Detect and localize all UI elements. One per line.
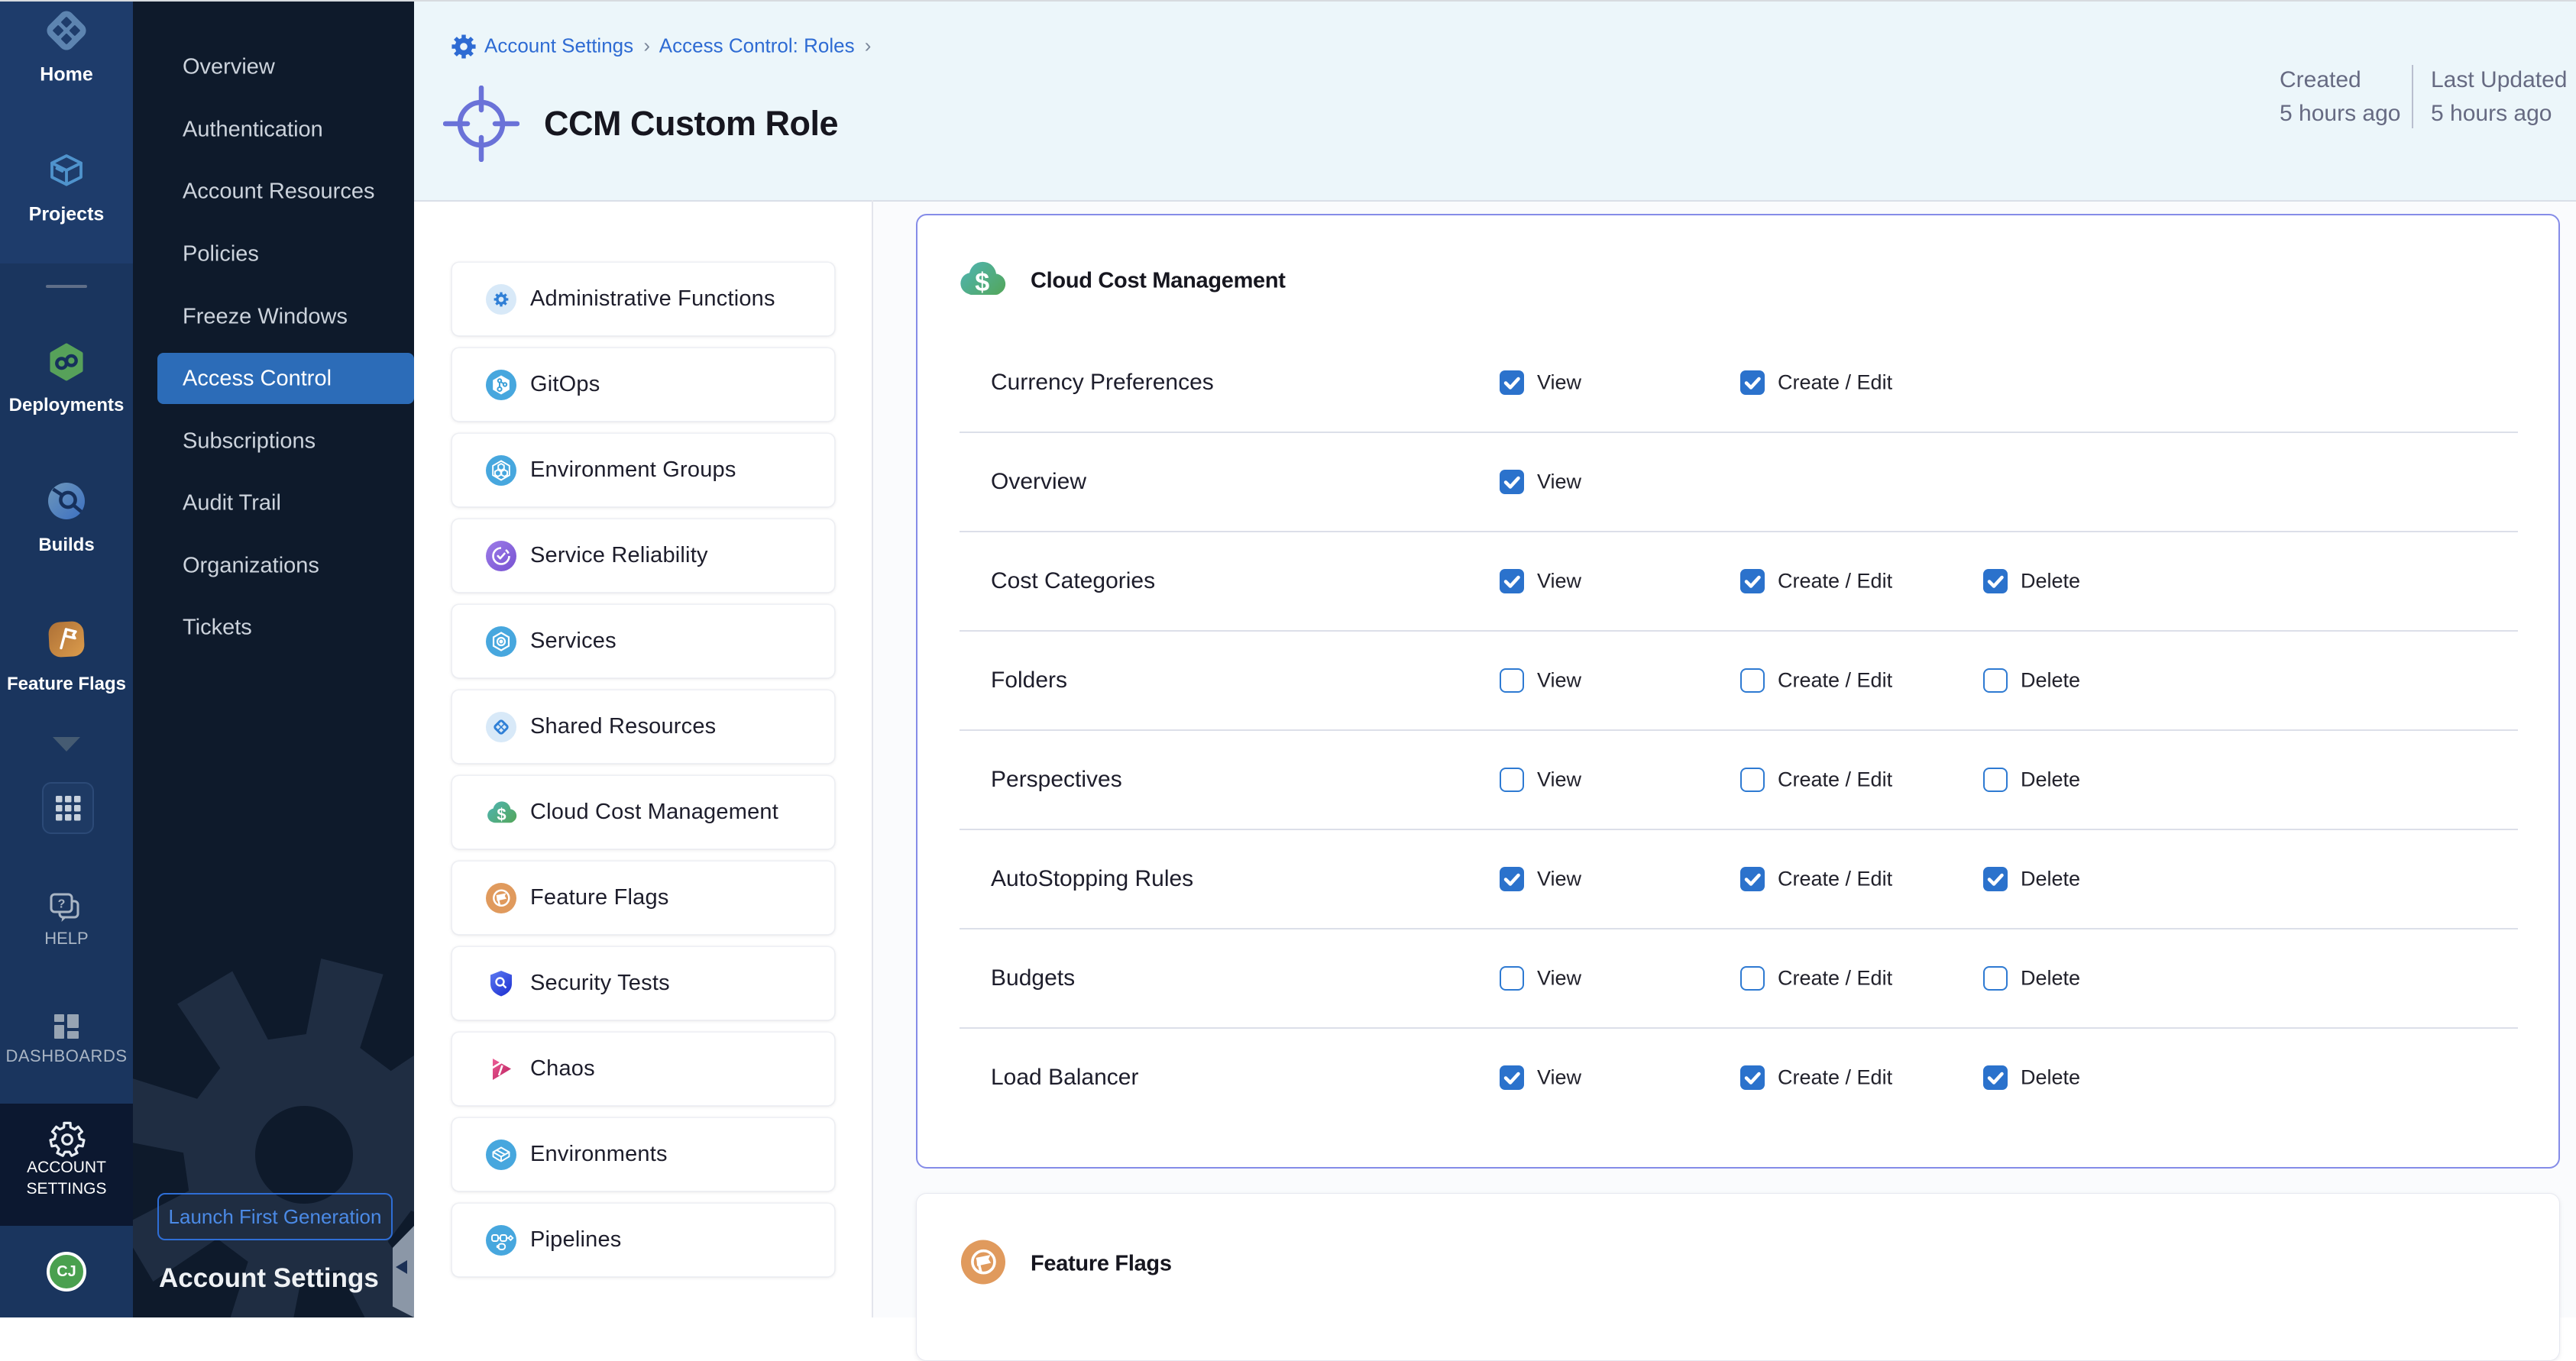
svg-text:?: ? (58, 898, 66, 911)
svg-text:$: $ (975, 268, 989, 297)
svg-text:$: $ (497, 805, 506, 824)
